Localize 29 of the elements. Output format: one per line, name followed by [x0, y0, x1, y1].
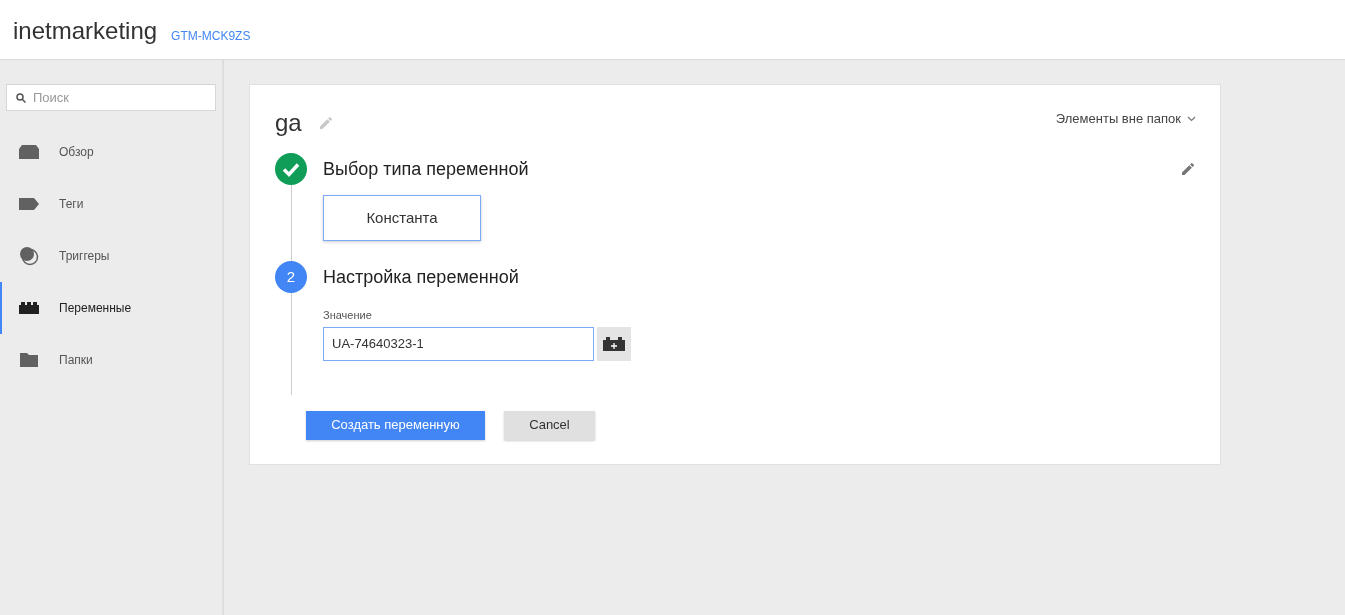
- value-field[interactable]: UA-74640323-1: [323, 326, 594, 361]
- nav-item[interactable]: Триггеры: [0, 230, 222, 282]
- circles-icon: [19, 246, 39, 266]
- tray-icon: [19, 145, 39, 159]
- cancel-button[interactable]: Cancel: [504, 410, 595, 440]
- search-icon: [15, 92, 27, 104]
- step-title: Настройка переменной: [323, 265, 519, 289]
- variable-type-card[interactable]: Константа: [323, 195, 481, 241]
- nav-item[interactable]: Папки: [0, 334, 222, 386]
- edit-icon[interactable]: [1180, 161, 1196, 177]
- create-button[interactable]: Создать переменную: [306, 410, 485, 440]
- brick-icon: [19, 302, 39, 314]
- nav-item[interactable]: Теги: [0, 178, 222, 230]
- container-id[interactable]: GTM-MCK9ZS: [171, 30, 251, 42]
- nav-item[interactable]: Обзор: [0, 126, 222, 178]
- step-title: Выбор типа переменной: [323, 157, 529, 181]
- tag-icon: [19, 198, 39, 210]
- variable-name: ga: [275, 111, 302, 135]
- step-number: 2: [275, 261, 307, 293]
- nav-item[interactable]: Переменные: [0, 282, 222, 334]
- field-label: Значение: [323, 308, 373, 323]
- brick-plus-icon: [603, 336, 625, 351]
- chevron-down-icon: [1187, 115, 1196, 122]
- folder-icon: [20, 353, 38, 367]
- insert-variable-button[interactable]: [597, 326, 631, 361]
- search-field[interactable]: Поиск: [6, 84, 216, 111]
- check-circle-icon: [275, 153, 307, 185]
- folder-dropdown[interactable]: Элементы вне папок: [1055, 109, 1196, 129]
- account-title: inetmarketing: [13, 19, 158, 43]
